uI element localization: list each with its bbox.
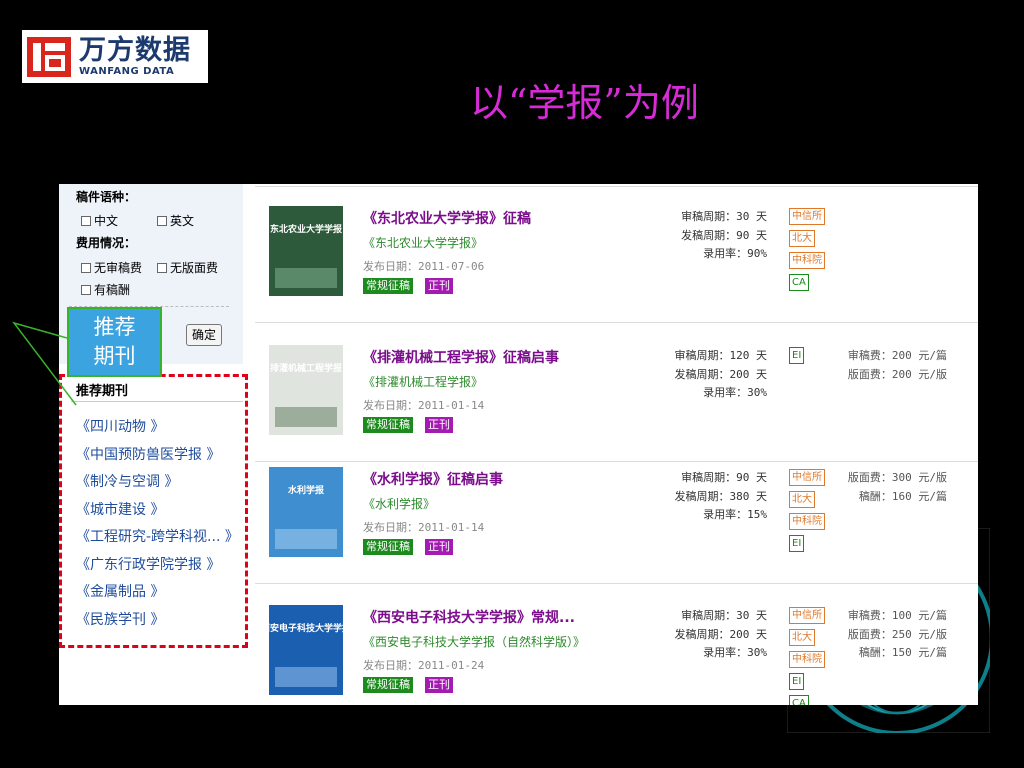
tag-main-issue[interactable]: 正刊 [425,539,453,555]
journal-name-link[interactable]: 《水利学报》 [363,495,435,512]
fee-line: 稿酬：150 元/篇 [858,646,947,659]
cover-title: 西安电子科技大学学报 [269,622,343,634]
journal-cover-image: 西安电子科技大学学报 [269,605,343,695]
callout-line1: 推荐 [93,315,136,339]
stat-line: 录用率：90% [703,247,767,260]
index-badge: 中科院 [789,252,825,269]
fee-line: 版面费：200 元/版 [847,367,947,381]
index-badge: CA [789,695,809,705]
journal-stats: 审稿周期：30 天发稿周期：200 天录用率：30% [641,607,768,663]
fee-line: 版面费：250 元/版 [847,627,947,641]
index-badge: 北大 [789,491,815,508]
journal-fees: 审稿费：200 元/篇 版面费：200 元/版 [847,347,947,384]
stat-line: 审稿周期：30 天 [681,210,767,223]
journal-cover-image: 东北农业大学学报 [269,206,343,296]
checkbox-chinese[interactable]: 中文 [81,212,118,229]
journal-title-link[interactable]: 《水利学报》征稿启事 [363,469,503,489]
index-badge: 北大 [789,629,815,646]
stat-line: 发稿周期：380 天 [674,489,768,503]
index-badges: 中信所北大中科院 CA [789,208,825,296]
index-badge: 北大 [789,230,815,247]
checkbox-no-review-fee[interactable]: 无审稿费 [81,259,142,276]
index-badge: 中科院 [789,513,825,530]
index-badge: 中信所 [789,208,825,225]
language-filter-label: 稿件语种： [76,190,137,204]
index-badges: EI [789,347,805,369]
wanfang-logo: 万方数据 WANFANG DATA [22,30,208,83]
stat-line: 审稿周期：30 天 [681,609,767,622]
callout-line2: 期刊 [93,344,136,368]
cover-title: 排灌机械工程学报 [270,362,342,374]
stat-line: 发稿周期：90 天 [681,228,767,242]
content-panel: 稿件语种： 中文 英文 费用情况： 无审稿费 无版面费 有稿酬 确定 推荐期刊 … [59,184,978,705]
publish-date: 发布日期：2011-01-14 [363,399,485,412]
journal-stats: 审稿周期：30 天发稿周期：90 天录用率：90% [641,208,767,264]
fee-line: 审稿费：200 元/篇 [847,349,947,362]
index-badge: 中信所 [789,469,825,486]
journal-fees: 版面费：300 元/版稿酬：160 元/篇 [847,469,947,506]
journal-row: 东北农业大学学报 《东北农业大学学报》征稿 《东北农业大学学报》发布日期：2011-… [255,184,978,323]
callout-box: 推荐 期刊 [67,307,162,377]
tag-regular-call[interactable]: 常规征稿 [363,417,413,433]
journal-cover-image: 水利学报 [269,467,343,557]
stat-line: 审稿周期：90 天 [681,471,767,484]
fee-line: 审稿费：100 元/篇 [847,609,947,622]
stat-line: 发稿周期：200 天 [674,627,768,641]
journal-stats: 审稿周期：120 天发稿周期：200 天录用率：30% [641,347,768,403]
fee-line: 版面费：300 元/版 [847,471,947,484]
stat-line: 审稿周期：120 天 [674,349,768,362]
fee-line: 稿酬：160 元/篇 [858,489,947,503]
journal-row: 水利学报 《水利学报》征稿启事 《水利学报》发布日期：2011-01-14 常规征稿正… [255,445,978,584]
cover-title: 水利学报 [288,484,324,496]
journal-stats: 审稿周期：90 天发稿周期：380 天录用率：15% [641,469,768,525]
confirm-button[interactable]: 确定 [186,324,222,346]
stat-line: 录用率：15% [703,508,767,521]
index-badge: 中科院 [789,651,825,668]
recommended-highlight-box [59,374,248,648]
index-badge: EI [789,673,805,690]
checkbox-has-royalty[interactable]: 有稿酬 [81,281,130,298]
tag-main-issue[interactable]: 正刊 [425,278,453,294]
stat-line: 录用率：30% [703,646,767,659]
wanfang-logo-icon [27,36,71,77]
index-badge: EI [789,535,805,552]
journal-name-link[interactable]: 《东北农业大学学报》 [363,234,483,251]
logo-en-text: WANFANG DATA [79,66,175,77]
stat-line: 录用率：30% [703,386,767,399]
publish-date: 发布日期：2011-01-14 [363,521,485,534]
journal-fees: 审稿费：100 元/篇 版面费：250 元/版稿酬：150 元/篇 [847,607,947,663]
journal-title-link[interactable]: 《排灌机械工程学报》征稿启事 [363,347,559,367]
index-badge: 中信所 [789,607,825,624]
logo-cn-text: 万方数据 [79,35,191,66]
journal-title-link[interactable]: 《西安电子科技大学学报》常规... [363,607,575,627]
checkbox-no-page-fee[interactable]: 无版面费 [157,259,218,276]
journal-name-link[interactable]: 《西安电子科技大学学报（自然科学版）》 [363,633,585,650]
index-badges: 中信所北大中科院 EI [789,469,825,557]
stat-line: 发稿周期：200 天 [674,367,768,381]
journal-name-link[interactable]: 《排灌机械工程学报》 [363,373,483,390]
checkbox-english[interactable]: 英文 [157,212,194,229]
tag-regular-call[interactable]: 常规征稿 [363,677,413,693]
journal-row: 西安电子科技大学学报 《西安电子科技大学学报》常规... 《西安电子科技大学学报（自… [255,583,978,705]
index-badges: 中信所北大中科院 EI CA [789,607,825,705]
publish-date: 发布日期：2011-07-06 [363,260,485,273]
tag-regular-call[interactable]: 常规征稿 [363,278,413,294]
journal-row: 排灌机械工程学报 《排灌机械工程学报》征稿启事 《排灌机械工程学报》发布日期：201… [255,323,978,462]
tag-main-issue[interactable]: 正刊 [425,417,453,433]
index-badge: CA [789,274,809,291]
journal-cover-image: 排灌机械工程学报 [269,345,343,435]
index-badge: EI [789,347,805,364]
publish-date: 发布日期：2011-01-24 [363,659,485,672]
slide-title: 以“学报”为例 [470,81,699,125]
cover-title: 东北农业大学学报 [270,223,342,235]
fee-filter-label: 费用情况： [76,236,137,250]
journal-title-link[interactable]: 《东北农业大学学报》征稿 [363,208,531,228]
tag-regular-call[interactable]: 常规征稿 [363,539,413,555]
tag-main-issue[interactable]: 正刊 [425,677,453,693]
